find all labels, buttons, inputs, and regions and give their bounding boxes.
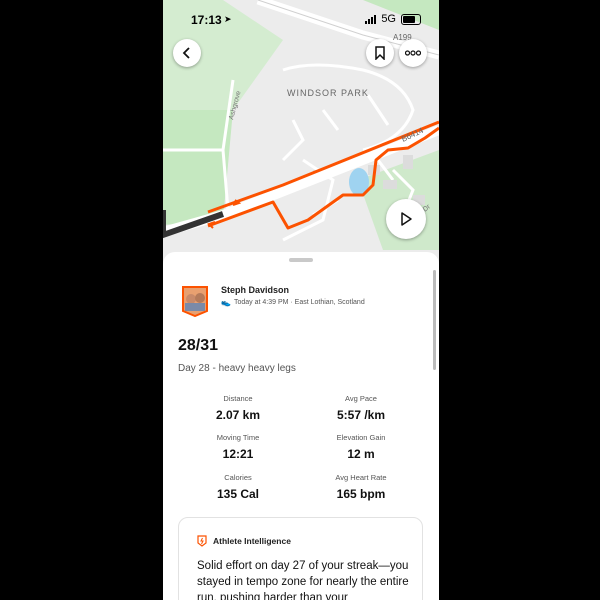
status-bar: 17:13 ➤ 5G [163, 0, 439, 40]
stat-avg-pace: Avg Pace 5:57 /km [336, 394, 386, 422]
chevron-left-icon [182, 47, 190, 59]
stat-moving-time: Moving Time 12:21 [216, 433, 260, 461]
phone-screen: WINDSOR PARK A199 B6414 Ashgrove Dr 17:1… [163, 0, 439, 600]
signal-icon [365, 14, 377, 24]
sheet-drag-handle[interactable] [289, 258, 313, 262]
activity-title: 28/31 [178, 337, 219, 354]
stat-distance: Distance 2.07 km [215, 394, 261, 422]
back-button[interactable] [173, 39, 201, 67]
route-map[interactable]: WINDSOR PARK A199 B6414 Ashgrove Dr 17:1… [163, 0, 439, 265]
play-flyover-button[interactable] [386, 199, 426, 239]
stat-avg-heart-rate: Avg Heart Rate 165 bpm [335, 473, 387, 501]
more-options-button[interactable] [399, 39, 427, 67]
run-shoe-icon: 👟 [221, 298, 231, 307]
map-park-label: WINDSOR PARK [287, 88, 369, 98]
athlete-avatar[interactable] [181, 285, 209, 318]
athlete-intelligence-text: Solid effort on day 27 of your streak—yo… [197, 560, 409, 600]
more-horizontal-icon [405, 50, 421, 56]
play-icon [401, 212, 412, 226]
athlete-intelligence-card[interactable]: Athlete Intelligence Solid effort on day… [178, 517, 423, 600]
scrollbar[interactable] [433, 270, 436, 370]
stat-elevation-gain: Elevation Gain 12 m [336, 433, 386, 461]
status-time: 17:13 [191, 13, 222, 27]
activity-meta: Today at 4:39 PM · East Lothian, Scotlan… [233, 299, 365, 306]
bookmark-icon [375, 46, 385, 60]
activity-sheet: Steph Davidson 👟 Today at 4:39 PM · East… [163, 252, 439, 600]
athlete-name[interactable]: Steph Davidson [221, 285, 289, 295]
battery-icon [401, 13, 421, 25]
bookmark-button[interactable] [366, 39, 394, 67]
athlete-intelligence-heading: Athlete Intelligence [213, 536, 291, 546]
stat-calories: Calories 135 Cal [216, 473, 260, 501]
location-arrow-icon: ➤ [224, 14, 232, 24]
network-label: 5G [381, 13, 396, 25]
athlete-intelligence-icon [197, 535, 207, 547]
activity-description: Day 28 - heavy heavy legs [178, 363, 296, 374]
